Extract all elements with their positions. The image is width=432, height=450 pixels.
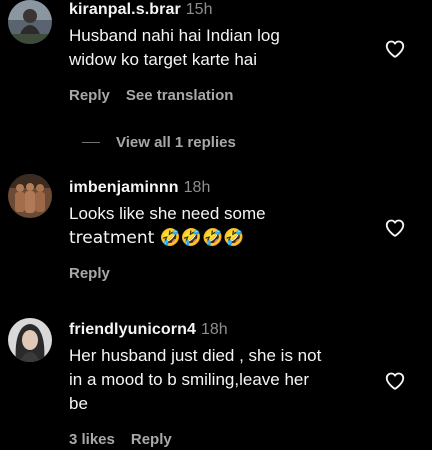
comment-text: Her husband just died , she is not in a … (69, 344, 379, 416)
comment-actions: 3 likes Reply (69, 430, 188, 450)
comment-actions: Reply (69, 264, 126, 284)
comment-item: imbenjaminnn 18h Looks like she need some… (0, 174, 432, 294)
like-heart-icon[interactable] (384, 38, 406, 60)
reply-button[interactable]: Reply (131, 431, 172, 448)
username[interactable]: kiranpal.s.brar (69, 1, 181, 18)
like-heart-icon[interactable] (384, 217, 406, 239)
comment-actions: Reply See translation (69, 86, 249, 106)
likes-count-button[interactable]: 3 likes (69, 431, 115, 448)
comment-text-line: treatment 🤣🤣🤣🤣 (69, 228, 245, 248)
comment-text-line: widow ko target karte hai (69, 50, 258, 69)
comment-text-line: in a mood to b smiling,leave her (69, 370, 310, 389)
timestamp: 18h (200, 321, 228, 338)
username[interactable]: friendlyunicorn4 (69, 321, 196, 338)
comment-item: kiranpal.s.brar 15h Husband nahi hai Indi… (0, 0, 432, 160)
replies-divider-line (82, 141, 100, 143)
view-replies-label: View all 1 replies (116, 133, 236, 151)
timestamp: 15h (185, 1, 213, 18)
comment-text-line: Husband nahi hai Indian log (69, 26, 280, 45)
comment-text-line: Her husband just died , she is not (69, 346, 322, 365)
comment-text-line: be (69, 394, 88, 413)
timestamp: 18h (183, 179, 211, 196)
avatar[interactable] (8, 318, 52, 362)
avatar[interactable] (8, 0, 52, 44)
comment-text: Looks like she need some treatment 🤣🤣🤣🤣 (69, 202, 369, 250)
comment-header: friendlyunicorn4 18h (69, 320, 228, 340)
view-replies-button[interactable]: View all 1 replies (82, 132, 236, 152)
see-translation-button[interactable]: See translation (126, 87, 234, 104)
comment-header: imbenjaminnn 18h (69, 178, 210, 198)
comment-text: Husband nahi hai Indian log widow ko tar… (69, 24, 369, 72)
username[interactable]: imbenjaminnn (69, 179, 179, 196)
reply-button[interactable]: Reply (69, 87, 110, 104)
avatar[interactable] (8, 174, 52, 218)
comment-text-line: Looks like she need some (69, 204, 266, 223)
comment-header: kiranpal.s.brar 15h (69, 0, 212, 20)
like-heart-icon[interactable] (384, 370, 406, 392)
comment-item: friendlyunicorn4 18h Her husband just die… (0, 314, 432, 450)
reply-button[interactable]: Reply (69, 265, 110, 282)
